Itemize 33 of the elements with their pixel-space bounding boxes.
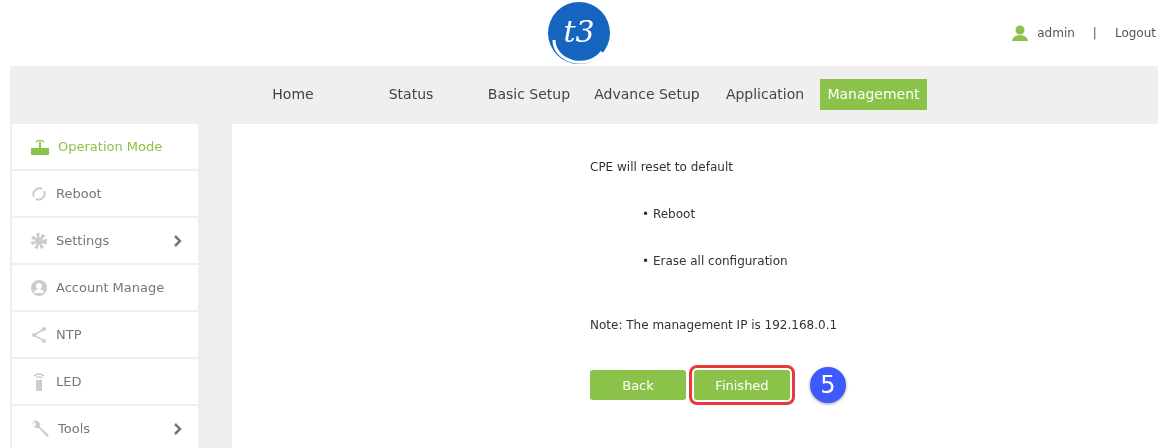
refresh-icon bbox=[30, 184, 48, 203]
nav-tab[interactable]: Status bbox=[352, 79, 470, 110]
wrench-icon bbox=[30, 418, 50, 439]
sidebar-label: NTP bbox=[56, 327, 83, 342]
logout-link[interactable]: Logout bbox=[1114, 26, 1156, 40]
reset-heading: CPE will reset to default bbox=[590, 160, 733, 174]
sidebar-item[interactable]: LED bbox=[12, 359, 198, 404]
sidebar-label: Account Manage bbox=[56, 280, 166, 295]
nav-tab[interactable]: Advance Setup bbox=[588, 79, 706, 110]
sidebar-item[interactable]: Settings bbox=[12, 218, 198, 263]
note-text: Note: The management IP is 192.168.0.1 bbox=[590, 318, 838, 332]
sidebar-label: Reboot bbox=[56, 186, 103, 201]
share-icon bbox=[30, 325, 48, 344]
router-icon bbox=[30, 137, 50, 156]
logo: t3 bbox=[546, 0, 612, 66]
separator: | bbox=[1092, 26, 1097, 40]
bullet-item: • Erase all configuration bbox=[642, 254, 788, 268]
user-icon bbox=[30, 278, 48, 297]
sidebar-label: Tools bbox=[58, 421, 92, 436]
sidebar-label: Operation Mode bbox=[58, 139, 164, 154]
sidebar-item[interactable]: Tools bbox=[12, 406, 198, 448]
gear-icon bbox=[30, 231, 48, 250]
sidebar-label: LED bbox=[56, 374, 83, 389]
sidebar-item[interactable]: Reboot bbox=[12, 171, 198, 216]
sidebar-item[interactable]: NTP bbox=[12, 312, 198, 357]
sidebar-item[interactable]: Account Manage bbox=[12, 265, 198, 310]
nav-tab[interactable]: Basic Setup bbox=[470, 79, 588, 110]
bullet-item: • Reboot bbox=[642, 207, 696, 221]
username: admin bbox=[1037, 26, 1075, 40]
nav-tab[interactable]: Home bbox=[234, 79, 352, 110]
sidebar-label: Settings bbox=[56, 233, 111, 248]
user-icon bbox=[1011, 25, 1030, 41]
step-badge: 5 bbox=[810, 367, 846, 403]
